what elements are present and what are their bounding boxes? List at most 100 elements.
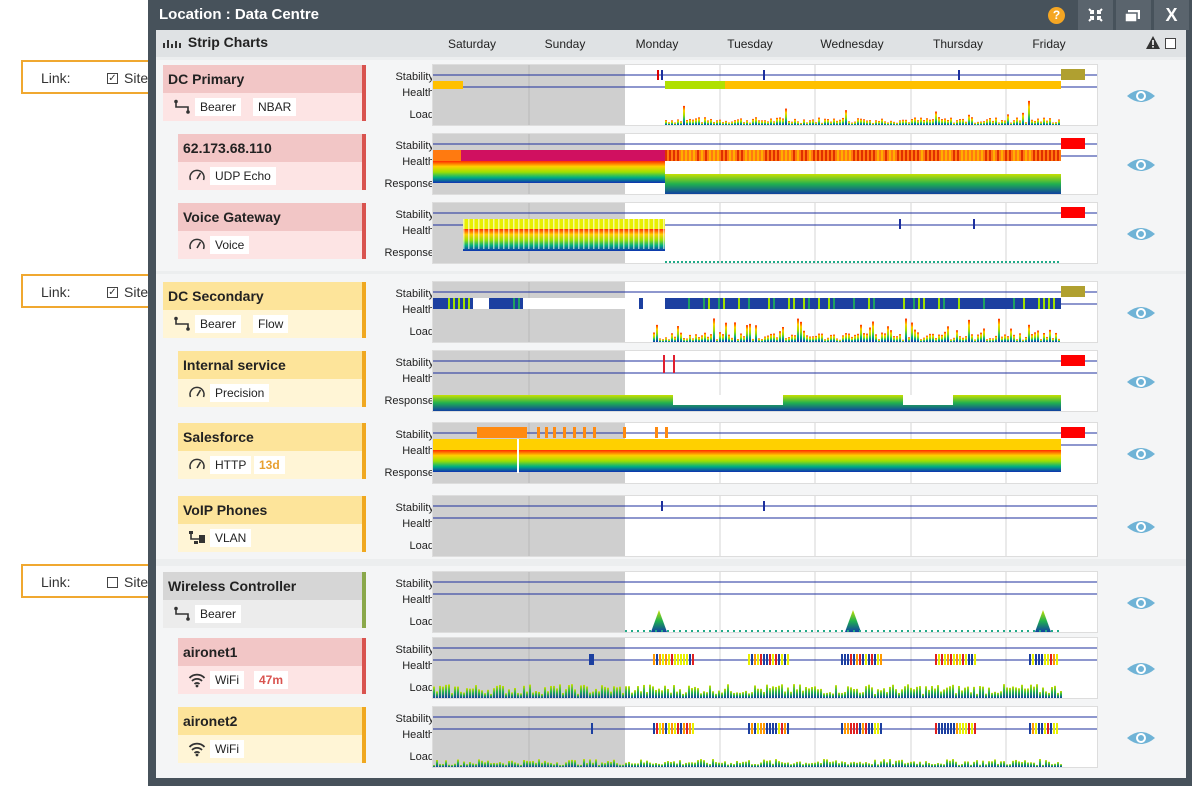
strip-charts-title: Strip Charts — [162, 34, 268, 50]
metric-label: Stability — [395, 357, 434, 369]
metric-label: Health — [402, 373, 434, 385]
row-sub: VLAN — [178, 524, 362, 552]
strip-charts-panel: Strip Charts Saturday Sunday Monday Tues… — [156, 30, 1186, 778]
metric-label: Load — [409, 540, 434, 552]
day-label: Thursday — [932, 37, 984, 51]
site-checkbox[interactable] — [107, 577, 118, 588]
status-bar — [362, 638, 366, 694]
row-card-4[interactable]: Internal service Precision — [178, 351, 366, 407]
row-name[interactable]: Internal service — [178, 351, 362, 379]
strip-chart[interactable] — [432, 495, 1098, 557]
row-tag: NBAR — [253, 98, 297, 116]
location-window: Location : Data Centre ? X Strip Charts … — [148, 0, 1192, 786]
row-card-8[interactable]: aironet1 WiFi 47m — [178, 638, 366, 694]
metric-label: Response — [384, 467, 434, 479]
status-bar — [362, 65, 366, 121]
metric-label: Stability — [395, 713, 434, 725]
metric-label: Stability — [395, 502, 434, 514]
strip-chart[interactable] — [432, 133, 1098, 195]
bearer-icon — [173, 316, 191, 332]
row-name[interactable]: DC Secondary — [163, 282, 362, 310]
row-tag: Flow — [253, 315, 289, 333]
strip-chart[interactable] — [432, 202, 1098, 264]
select-all-checkbox[interactable] — [1165, 38, 1176, 49]
row-card-7[interactable]: Wireless Controller Bearer — [163, 572, 366, 628]
eye-icon[interactable] — [1124, 155, 1158, 175]
strip-chart[interactable] — [432, 637, 1098, 699]
metric-label: Stability — [395, 209, 434, 221]
strip-chart[interactable] — [432, 422, 1098, 484]
site-checkbox[interactable]: ✓ — [107, 287, 118, 298]
day-label: Friday — [1032, 37, 1066, 51]
site-checkbox[interactable]: ✓ — [107, 73, 118, 84]
row-name[interactable]: Wireless Controller — [163, 572, 362, 600]
metric-label: Stability — [395, 140, 434, 152]
eye-icon[interactable] — [1124, 728, 1158, 748]
row-name[interactable]: aironet1 — [178, 638, 362, 666]
row-name[interactable]: 62.173.68.110 — [178, 134, 362, 162]
row-card-6[interactable]: VoIP Phones VLAN — [178, 496, 366, 552]
eye-icon[interactable] — [1124, 224, 1158, 244]
link-box-3: Link: Site — [21, 564, 156, 598]
metric-label: Load — [409, 751, 434, 763]
restore-icon[interactable] — [1116, 0, 1151, 30]
metric-label: Stability — [395, 429, 434, 441]
strip-chart[interactable] — [432, 706, 1098, 768]
close-icon[interactable]: X — [1154, 0, 1189, 30]
row-card-9[interactable]: aironet2 WiFi — [178, 707, 366, 763]
row-sub: UDP Echo — [178, 162, 362, 190]
row-card-3[interactable]: DC Secondary Bearer Flow — [163, 282, 366, 338]
help-icon[interactable]: ? — [1048, 7, 1065, 24]
metric-label: Load — [409, 326, 434, 338]
row-name[interactable]: VoIP Phones — [178, 496, 362, 524]
row-tag: WiFi — [210, 740, 244, 758]
metric-label: Response — [384, 395, 434, 407]
row-sub: Bearer Flow — [163, 310, 362, 338]
strip-chart[interactable] — [432, 571, 1098, 633]
row-tag: Bearer — [195, 98, 242, 116]
metric-label: Load — [409, 109, 434, 121]
strip-chart[interactable] — [432, 350, 1098, 412]
metric-label: Load — [409, 682, 434, 694]
status-bar — [362, 282, 366, 338]
eye-icon[interactable] — [1124, 444, 1158, 464]
strip-chart[interactable] — [432, 64, 1098, 126]
warning-icon[interactable] — [1145, 35, 1161, 50]
row-sub: Bearer — [163, 600, 362, 628]
row-card-1[interactable]: 62.173.68.110 UDP Echo — [178, 134, 366, 190]
eye-icon[interactable] — [1124, 593, 1158, 613]
compress-icon[interactable] — [1078, 0, 1113, 30]
row-card-2[interactable]: Voice Gateway Voice — [178, 203, 366, 259]
row-sub: Voice — [178, 231, 362, 259]
link-label: Link: — [41, 574, 71, 590]
row-name[interactable]: DC Primary — [163, 65, 362, 93]
eye-icon[interactable] — [1124, 372, 1158, 392]
status-bar — [362, 203, 366, 259]
row-name[interactable]: Voice Gateway — [178, 203, 362, 231]
eye-icon[interactable] — [1124, 86, 1158, 106]
day-label: Tuesday — [727, 37, 773, 51]
row-card-5[interactable]: Salesforce HTTP 13d — [178, 423, 366, 479]
vlan-icon — [188, 530, 206, 546]
strip-chart[interactable] — [432, 281, 1098, 343]
metric-label: Stability — [395, 578, 434, 590]
time-badge: 13d — [254, 456, 285, 474]
row-tag: VLAN — [210, 529, 252, 547]
window-title: Location : Data Centre — [159, 6, 320, 23]
status-bar — [362, 423, 366, 479]
eye-icon[interactable] — [1124, 659, 1158, 679]
status-bar — [362, 134, 366, 190]
metric-label: Health — [402, 87, 434, 99]
row-card-0[interactable]: DC Primary Bearer NBAR — [163, 65, 366, 121]
row-sub: Precision — [178, 379, 362, 407]
row-name[interactable]: Salesforce — [178, 423, 362, 451]
link-box-2: Link: ✓ Site — [21, 274, 156, 308]
eye-icon[interactable] — [1124, 517, 1158, 537]
link-box-1: Link: ✓ Site — [21, 60, 156, 94]
row-sub: WiFi 47m — [178, 666, 362, 694]
row-name[interactable]: aironet2 — [178, 707, 362, 735]
metric-label: Stability — [395, 288, 434, 300]
time-badge: 47m — [254, 671, 289, 689]
site-label: Site — [124, 70, 149, 86]
eye-icon[interactable] — [1124, 303, 1158, 323]
